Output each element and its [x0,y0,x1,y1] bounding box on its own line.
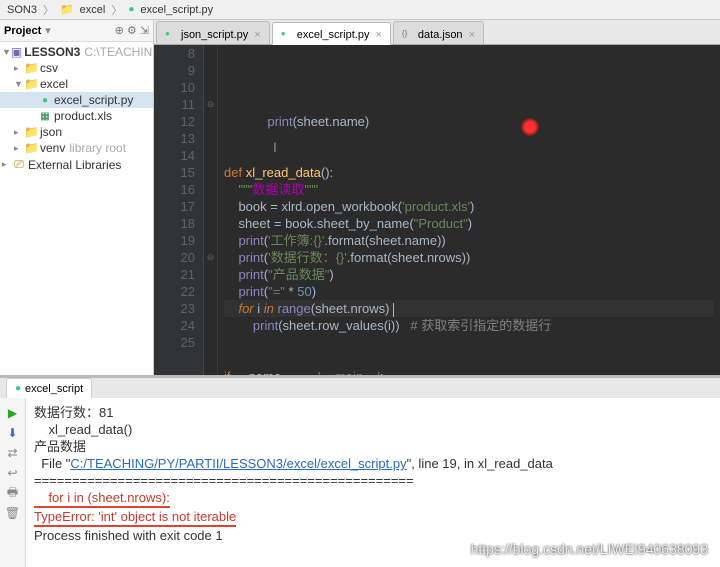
project-root[interactable]: ▼▣ LESSON3 C:\TEACHING\PY\ [0,44,153,60]
project-header: Project ▾ ⊕ ⚙ ⇲ [0,20,153,42]
run-tab-item[interactable]: ● excel_script [6,378,92,398]
tree-item[interactable]: ●excel_script.py [0,92,153,108]
run-toolbar: ▶ ⬇ ⇄ ↩ 🖶 🗑 [0,398,26,567]
code-content[interactable]: I print(sheet.name)def xl_read_data(): "… [218,45,720,375]
project-tree: ▼▣ LESSON3 C:\TEACHING\PY\ ▸📁csv▼📁excel●… [0,42,153,175]
breadcrumb-item[interactable]: SON3 [4,4,40,16]
editor-tab[interactable]: ●json_script.py× [156,21,270,44]
project-panel: Project ▾ ⊕ ⚙ ⇲ ▼▣ LESSON3 C:\TEACHING\P… [0,20,154,375]
gutter: 8910111213141516171819202122232425 [154,45,204,375]
stop-button[interactable]: ⬇ [4,424,22,442]
editor-tabs: ●json_script.py×●excel_script.py×{}data.… [154,20,720,45]
py-icon: ● [125,4,137,15]
gear-icon[interactable]: ⊕ ⚙ ⇲ [115,24,149,37]
laser-pointer-annotation [521,118,539,136]
close-icon[interactable]: × [469,29,475,41]
trash-button[interactable]: 🗑 [4,504,22,522]
soft-wrap-button[interactable]: ↩ [4,464,22,482]
tree-item[interactable]: ▸📁csv [0,60,153,76]
folder-icon: 📁 [57,3,77,16]
breadcrumb-item[interactable]: excel_script.py [137,4,216,16]
tree-item[interactable]: ▦product.xls [0,108,153,124]
tree-item[interactable]: ▸📁json [0,124,153,140]
editor-tab[interactable]: ●excel_script.py× [272,22,391,45]
print-button[interactable]: 🖶 [4,484,22,502]
tree-item[interactable]: ▸⎚External Libraries [0,156,153,173]
text-cursor-icon: I [273,139,277,156]
py-icon: ● [15,383,21,394]
code-area[interactable]: 8910111213141516171819202122232425 ⊖⊖ I … [154,45,720,375]
editor-tab[interactable]: {}data.json× [393,21,484,44]
close-icon[interactable]: × [254,29,260,41]
breadcrumb: SON3〉 📁 excel〉 ● excel_script.py [0,0,720,20]
tree-item[interactable]: ▸📁venvlibrary root [0,140,153,156]
breadcrumb-item[interactable]: excel [77,4,109,16]
project-title: Project [4,25,41,37]
watermark: https://blog.csdn.net/LIWEI940638093 [471,541,708,557]
run-panel: ● excel_script ▶ ⬇ ⇄ ↩ 🖶 🗑 数据行数：81 xl_re… [0,375,720,567]
rerun-button[interactable]: ▶ [4,404,22,422]
editor: ●json_script.py×●excel_script.py×{}data.… [154,20,720,375]
run-tabs: ● excel_script [0,378,720,398]
fold-column: ⊖⊖ [204,45,218,375]
close-icon[interactable]: × [375,29,381,41]
tree-item[interactable]: ▼📁excel [0,76,153,92]
pin-button[interactable]: ⇄ [4,444,22,462]
chevron-down-icon[interactable]: ▾ [45,24,51,37]
